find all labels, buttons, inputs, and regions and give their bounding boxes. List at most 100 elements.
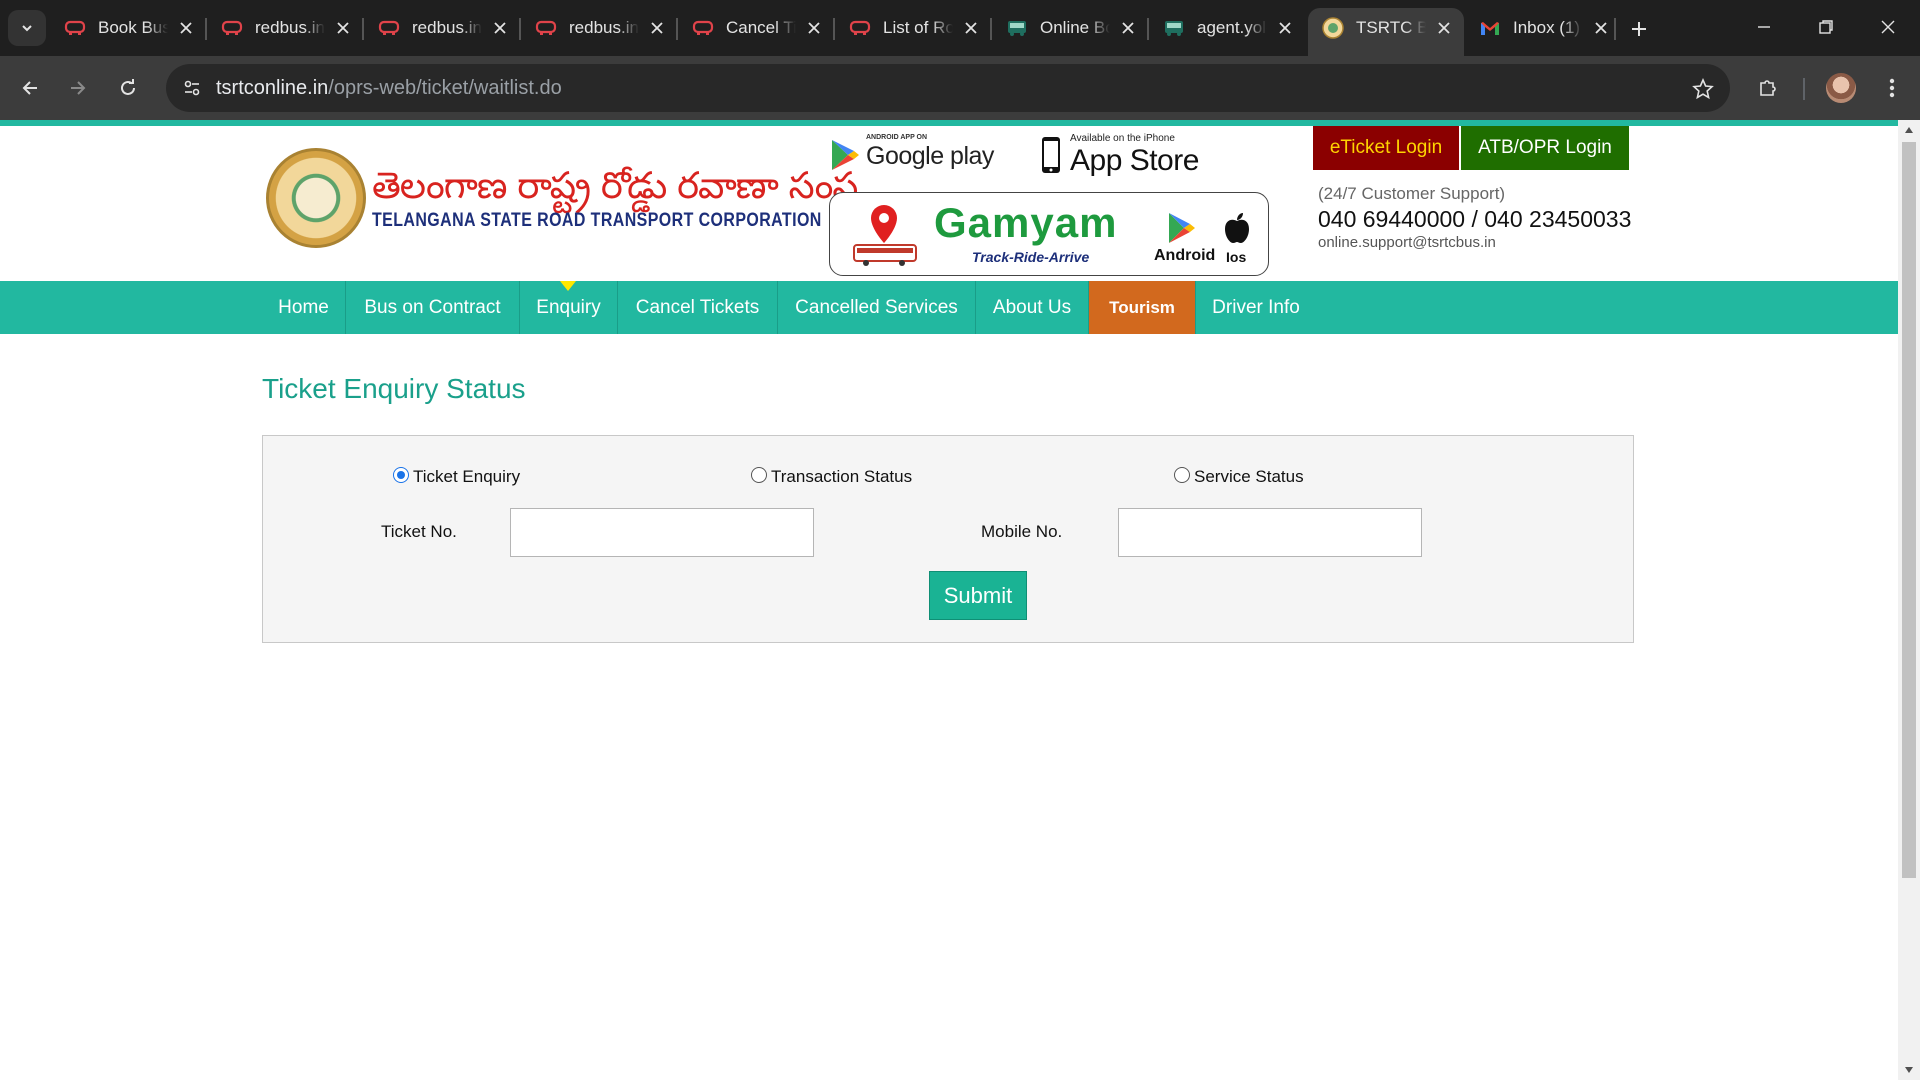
tab-title: redbus.in bbox=[255, 18, 325, 37]
reload-button[interactable] bbox=[108, 68, 148, 108]
radio-button[interactable] bbox=[1174, 467, 1190, 483]
eticket-login-button[interactable]: eTicket Login bbox=[1313, 126, 1459, 170]
tab-list-of-routes[interactable]: List of Routes bbox=[835, 8, 991, 48]
tab-book-bus[interactable]: Book Bus bbox=[50, 8, 206, 48]
site-info-icon[interactable] bbox=[178, 74, 206, 102]
close-icon[interactable] bbox=[1434, 18, 1454, 38]
google-play-text: Google play bbox=[866, 142, 994, 170]
tsrtc-emblem-logo[interactable] bbox=[266, 148, 366, 248]
nav-cancel-tickets[interactable]: Cancel Tickets bbox=[618, 281, 778, 334]
radio-label: Ticket Enquiry bbox=[413, 467, 521, 486]
tsrtc-icon bbox=[1322, 17, 1344, 39]
tab-title: redbus.in bbox=[569, 18, 639, 37]
close-icon[interactable] bbox=[1275, 18, 1295, 38]
tab-gmail-inbox[interactable]: Inbox (1) bbox=[1465, 8, 1621, 48]
close-icon[interactable] bbox=[961, 18, 981, 38]
browser-menu-button[interactable] bbox=[1872, 68, 1912, 108]
minimize-button[interactable] bbox=[1742, 10, 1786, 44]
android-play-icon bbox=[1169, 213, 1195, 243]
bus-operator-icon bbox=[1006, 17, 1028, 39]
ticket-no-input[interactable] bbox=[510, 508, 814, 557]
nav-about-us[interactable]: About Us bbox=[976, 281, 1089, 334]
logo-telugu-text: తెలంగాణ రాష్ట్ర రోడ్డు రవాణా సంస్థ bbox=[372, 164, 858, 207]
ticket-no-label: Ticket No. bbox=[381, 522, 457, 541]
restore-button[interactable] bbox=[1804, 10, 1848, 44]
address-bar[interactable]: tsrtconline.in/oprs-web/ticket/waitlist.… bbox=[166, 64, 1730, 112]
logo-english-text: TELANGANA STATE ROAD TRANSPORT CORPORATI… bbox=[372, 210, 822, 231]
main-navigation: Home Bus on Contract Enquiry Cancel Tick… bbox=[0, 281, 1898, 334]
gamyam-android-label: Android bbox=[1154, 247, 1216, 264]
browser-tab-bar: Book Bus redbus.in redbus.in redbus.in C… bbox=[0, 0, 1920, 56]
tab-title: TSRTC Bus bbox=[1356, 18, 1426, 37]
close-icon[interactable] bbox=[490, 18, 510, 38]
plus-icon bbox=[1632, 22, 1646, 36]
bus-icon bbox=[853, 244, 917, 266]
tab-online-booking[interactable]: Online Booking bbox=[992, 8, 1148, 48]
tab-redbus-3[interactable]: redbus.in bbox=[521, 8, 677, 48]
radio-transaction-status[interactable]: Transaction Status bbox=[751, 467, 912, 487]
gamyam-ios-label: Ios bbox=[1226, 249, 1247, 265]
support-email[interactable]: online.support@tsrtcbus.in bbox=[1318, 234, 1496, 251]
location-pin-icon bbox=[871, 205, 897, 243]
nav-bus-on-contract[interactable]: Bus on Contract bbox=[346, 281, 520, 334]
profile-avatar[interactable] bbox=[1826, 73, 1856, 103]
close-icon[interactable] bbox=[1118, 18, 1138, 38]
tab-title: redbus.in bbox=[412, 18, 482, 37]
close-window-button[interactable] bbox=[1866, 10, 1910, 44]
scroll-down-arrow-icon[interactable] bbox=[1903, 1064, 1915, 1076]
scrollbar-thumb[interactable] bbox=[1902, 142, 1916, 878]
close-icon[interactable] bbox=[176, 18, 196, 38]
redbus-icon bbox=[849, 17, 871, 39]
toolbar-separator bbox=[1803, 78, 1805, 100]
radio-service-status[interactable]: Service Status bbox=[1174, 467, 1304, 487]
extensions-button[interactable] bbox=[1748, 68, 1788, 108]
back-button[interactable] bbox=[10, 68, 50, 108]
tab-agent[interactable]: agent.yolo bbox=[1149, 8, 1305, 48]
nav-driver-info[interactable]: Driver Info bbox=[1196, 281, 1316, 334]
scroll-up-arrow-icon[interactable] bbox=[1903, 124, 1915, 136]
nav-tourism[interactable]: Tourism bbox=[1089, 281, 1196, 334]
page-scrollbar[interactable] bbox=[1898, 120, 1920, 1080]
tab-redbus-2[interactable]: redbus.in bbox=[364, 8, 520, 48]
app-store-badge[interactable]: Available on the iPhone App Store bbox=[1040, 130, 1200, 178]
iphone-icon bbox=[1042, 137, 1060, 173]
tab-separator bbox=[1614, 18, 1616, 40]
tab-redbus-1[interactable]: redbus.in bbox=[207, 8, 363, 48]
redbus-icon bbox=[692, 17, 714, 39]
radio-button-checked[interactable] bbox=[393, 467, 409, 483]
new-tab-button[interactable] bbox=[1622, 12, 1656, 46]
google-play-icon bbox=[832, 140, 859, 170]
app-store-text: App Store bbox=[1070, 144, 1199, 177]
url-text[interactable]: tsrtconline.in/oprs-web/ticket/waitlist.… bbox=[216, 77, 562, 100]
enquiry-form-panel: Ticket Enquiry Transaction Status Servic… bbox=[262, 435, 1634, 643]
arrow-right-icon bbox=[71, 81, 86, 95]
tab-search-button[interactable] bbox=[8, 10, 46, 46]
close-icon[interactable] bbox=[1591, 18, 1611, 38]
atb-opr-login-button[interactable]: ATB/OPR Login bbox=[1461, 126, 1629, 170]
close-icon[interactable] bbox=[333, 18, 353, 38]
app-store-small-text: Available on the iPhone bbox=[1070, 133, 1175, 144]
tab-cancel-ticket[interactable]: Cancel Ticket bbox=[678, 8, 834, 48]
radio-ticket-enquiry[interactable]: Ticket Enquiry bbox=[393, 467, 520, 487]
tab-tsrtc-active[interactable]: TSRTC Bus bbox=[1308, 8, 1464, 56]
gamyam-app-banner[interactable]: Gamyam Track-Ride-Arrive Android Ios bbox=[829, 192, 1269, 276]
submit-button[interactable]: Submit bbox=[929, 571, 1027, 620]
tab-title: Inbox (1) bbox=[1513, 18, 1581, 37]
forward-button[interactable] bbox=[58, 68, 98, 108]
tab-title: Online Booking bbox=[1040, 18, 1110, 37]
browser-toolbar: tsrtconline.in/oprs-web/ticket/waitlist.… bbox=[0, 56, 1920, 120]
nav-home[interactable]: Home bbox=[262, 281, 346, 334]
bookmark-star-icon[interactable] bbox=[1690, 76, 1716, 102]
radio-label: Transaction Status bbox=[771, 467, 913, 486]
radio-button[interactable] bbox=[751, 467, 767, 483]
mobile-no-label: Mobile No. bbox=[981, 522, 1063, 541]
redbus-icon bbox=[378, 17, 400, 39]
nav-cancelled-services[interactable]: Cancelled Services bbox=[778, 281, 976, 334]
google-play-badge[interactable]: ANDROID APP ON Google play bbox=[826, 130, 994, 178]
google-play-small-text: ANDROID APP ON bbox=[866, 134, 928, 141]
mobile-no-input[interactable] bbox=[1118, 508, 1422, 557]
gamyam-tagline: Track-Ride-Arrive bbox=[972, 249, 1090, 265]
close-icon[interactable] bbox=[804, 18, 824, 38]
close-icon[interactable] bbox=[647, 18, 667, 38]
tab-title: List of Routes bbox=[883, 18, 953, 37]
